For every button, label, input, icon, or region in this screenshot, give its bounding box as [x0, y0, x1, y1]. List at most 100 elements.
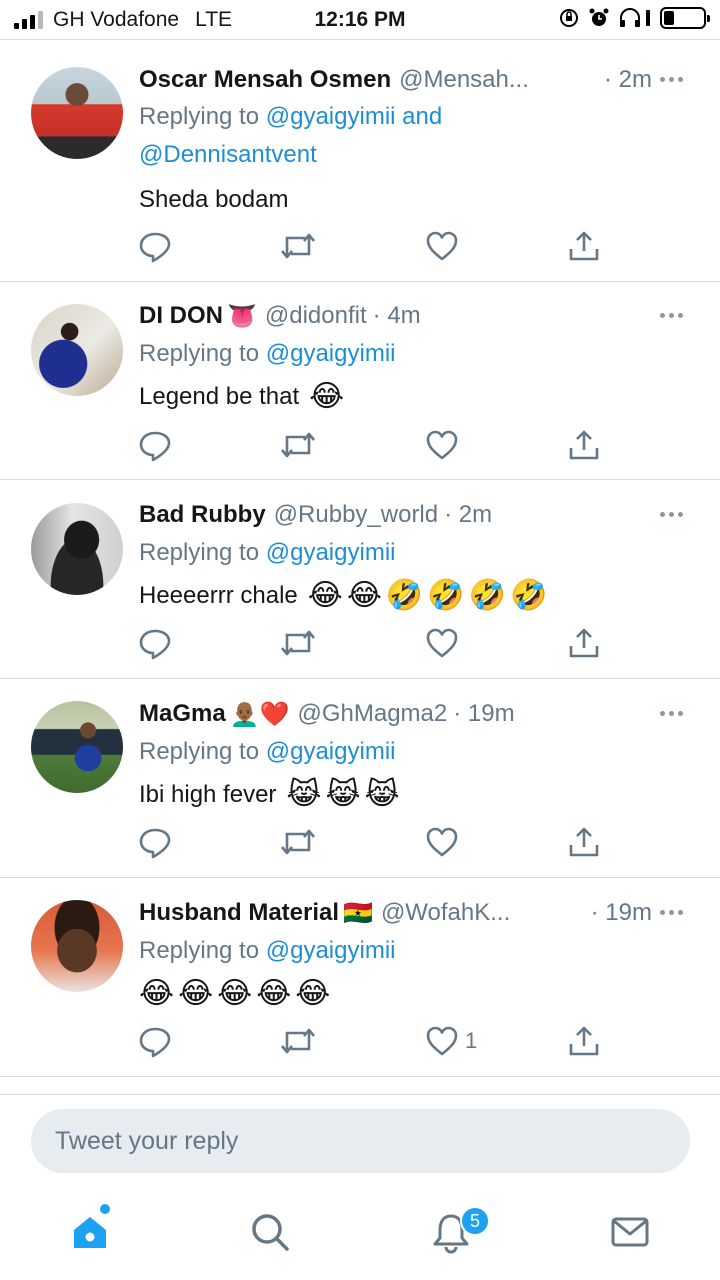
display-name: DI DON [139, 302, 223, 329]
more-options-icon[interactable] [656, 502, 686, 526]
share-icon [567, 229, 601, 263]
like-button[interactable] [425, 425, 459, 465]
like-icon [425, 229, 459, 263]
display-name: Oscar Mensah Osmen [139, 66, 392, 93]
tweet-reply[interactable]: MaGma 👨🏾‍🦲❤️ @GhMagma2 · 19m Replying to… [0, 679, 720, 878]
tab-search[interactable] [238, 1200, 302, 1264]
tweet-text: Ibi high fever 😹 😹 😹 [139, 777, 400, 812]
share-icon [567, 1024, 601, 1058]
emoji: 😂 [217, 976, 253, 1011]
mention-link[interactable]: @gyaigyimii [266, 937, 396, 964]
avatar[interactable] [31, 701, 123, 793]
avatar[interactable] [31, 503, 123, 595]
tweet-reply[interactable]: Bad Rubby @Rubby_world · 2m Replying to … [0, 480, 720, 679]
orientation-lock-icon [560, 9, 578, 27]
retweet-icon [280, 428, 316, 462]
reply-icon [138, 626, 172, 660]
reply-input[interactable] [31, 1109, 690, 1173]
search-icon [252, 1214, 289, 1251]
tweet-time: · 4m [372, 302, 421, 329]
tweet-reply[interactable]: Oscar Mensah Osmen @Mensah... · 2m Reply… [0, 41, 720, 282]
retweet-button[interactable] [280, 822, 316, 862]
share-button[interactable] [567, 226, 601, 266]
tweet-text: Legend be that 😂 [139, 379, 345, 414]
emoji: 😹 [286, 777, 322, 812]
tab-home[interactable] [58, 1200, 122, 1264]
tweet-actions [0, 226, 720, 266]
more-options-icon[interactable] [656, 67, 686, 91]
display-name: Bad Rubby [139, 501, 266, 528]
name-emoji: 👅 [227, 302, 257, 330]
replying-to: Replying to @gyaigyimii [139, 937, 396, 964]
mail-icon [611, 1217, 649, 1247]
like-icon [425, 825, 459, 859]
tweet-text: 😂 😂 😂 😂 😂 [139, 977, 330, 1011]
more-options-icon[interactable] [656, 303, 686, 327]
emoji: 😹 [364, 777, 400, 812]
mention-link[interactable]: @gyaigyimii [266, 103, 396, 130]
emoji: 😹 [325, 777, 361, 812]
alarm-icon [589, 8, 609, 26]
tweet-time: · 2m [604, 66, 652, 93]
retweet-icon [280, 1024, 316, 1058]
retweet-button[interactable] [280, 226, 316, 266]
user-handle: @GhMagma2 [297, 700, 448, 727]
reply-button[interactable] [138, 425, 172, 465]
retweet-icon [280, 626, 316, 660]
mention-link[interactable]: @gyaigyimii [266, 340, 396, 367]
user-handle: @Mensah... [399, 66, 529, 93]
headphones-icon [620, 8, 640, 27]
reply-composer [0, 1094, 720, 1190]
replying-to: Replying to @gyaigyimii and @Dennisantve… [139, 103, 443, 168]
like-button[interactable] [425, 226, 459, 266]
reply-button[interactable] [138, 1021, 172, 1061]
mention-link[interactable]: @Dennisantvent [139, 141, 317, 168]
share-button[interactable] [567, 822, 601, 862]
retweet-button[interactable] [280, 1021, 316, 1061]
tweet-text: Sheda bodam [139, 186, 289, 213]
emoji: 😂 [346, 578, 382, 613]
retweet-icon [280, 825, 316, 859]
avatar[interactable] [31, 67, 123, 159]
tab-messages[interactable] [598, 1200, 662, 1264]
user-handle: @Rubby_world [273, 501, 439, 528]
replying-to: Replying to @gyaigyimii [139, 738, 396, 765]
share-button[interactable] [567, 1021, 601, 1061]
avatar[interactable] [31, 900, 123, 992]
name-emoji: 👨🏾‍🦲❤️ [229, 700, 290, 728]
like-button[interactable] [425, 822, 459, 862]
share-button[interactable] [567, 623, 601, 663]
replying-to: Replying to @gyaigyimii [139, 539, 396, 566]
like-button[interactable]: 1 [425, 1021, 477, 1061]
name-emoji: 🇬🇭 [343, 899, 373, 927]
mention-link[interactable]: @gyaigyimii [266, 738, 396, 765]
tweet-actions: 1 [0, 1021, 720, 1061]
reply-icon [138, 428, 172, 462]
emoji: 🤣 [509, 578, 548, 613]
reply-button[interactable] [138, 822, 172, 862]
avatar[interactable] [31, 304, 123, 396]
tweet-actions [0, 623, 720, 663]
home-icon [74, 1217, 106, 1248]
like-button[interactable] [425, 623, 459, 663]
reply-button[interactable] [138, 226, 172, 266]
reply-icon [138, 825, 172, 859]
share-button[interactable] [567, 425, 601, 465]
emoji: 🤣 [427, 578, 465, 613]
more-options-icon[interactable] [656, 900, 686, 924]
reply-button[interactable] [138, 623, 172, 663]
user-handle: @didonfit [264, 302, 367, 329]
status-bar-right [558, 7, 710, 29]
tweet-reply[interactable]: DI DON 👅 @didonfit · 4m Replying to @gya… [0, 282, 720, 480]
retweet-button[interactable] [280, 425, 316, 465]
bottom-tab-bar [0, 1190, 720, 1280]
retweet-icon [280, 229, 316, 263]
emoji: 😂 [307, 578, 343, 613]
more-options-icon[interactable] [656, 701, 686, 725]
tweet-reply[interactable]: Husband Material 🇬🇭 @WofahK... · 19m Rep… [0, 878, 720, 1077]
reply-icon [138, 1024, 172, 1058]
retweet-button[interactable] [280, 623, 316, 663]
mention-link[interactable]: @gyaigyimii [266, 539, 396, 566]
emoji: 😂 [309, 379, 345, 414]
emoji: 🤣 [385, 578, 424, 613]
